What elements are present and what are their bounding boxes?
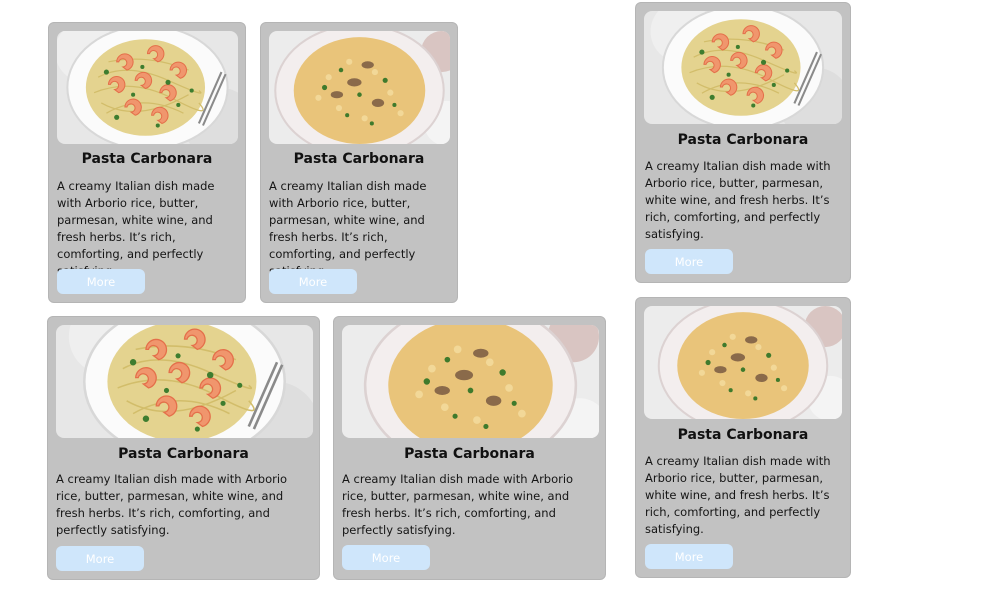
recipe-card: Pasta Carbonara A creamy Italian dish ma… bbox=[47, 316, 320, 580]
more-button[interactable]: More bbox=[57, 269, 145, 294]
recipe-card: Pasta Carbonara A creamy Italian dish ma… bbox=[48, 22, 246, 303]
recipe-description: A creamy Italian dish made with Arborio … bbox=[56, 472, 288, 537]
recipe-description: A creamy Italian dish made with Arborio … bbox=[645, 159, 831, 241]
recipe-description: A creamy Italian dish made with Arborio … bbox=[342, 472, 574, 537]
recipe-image-shrimp-pasta bbox=[57, 31, 238, 144]
recipe-description: A creamy Italian dish made with Arborio … bbox=[269, 179, 427, 278]
more-button[interactable]: More bbox=[645, 249, 733, 274]
recipe-title: Pasta Carbonara bbox=[118, 446, 249, 462]
recipe-description: A creamy Italian dish made with Arborio … bbox=[57, 179, 215, 278]
recipe-image-mushroom-risotto bbox=[644, 306, 842, 419]
recipe-image-mushroom-risotto bbox=[269, 31, 450, 144]
more-button[interactable]: More bbox=[269, 269, 357, 294]
recipe-card: Pasta Carbonara A creamy Italian dish ma… bbox=[635, 2, 851, 283]
more-button[interactable]: More bbox=[342, 545, 430, 570]
recipe-image-shrimp-pasta bbox=[56, 325, 313, 438]
recipe-title: Pasta Carbonara bbox=[677, 427, 809, 443]
recipe-title: Pasta Carbonara bbox=[81, 151, 213, 167]
more-button[interactable]: More bbox=[645, 544, 733, 569]
recipe-image-shrimp-pasta bbox=[644, 11, 842, 124]
recipe-image-mushroom-risotto bbox=[342, 325, 599, 438]
recipe-card: Pasta Carbonara A creamy Italian dish ma… bbox=[635, 297, 851, 578]
recipe-description: A creamy Italian dish made with Arborio … bbox=[645, 454, 831, 536]
recipe-title: Pasta Carbonara bbox=[293, 151, 425, 167]
more-button[interactable]: More bbox=[56, 546, 144, 571]
recipe-card: Pasta Carbonara A creamy Italian dish ma… bbox=[333, 316, 606, 580]
recipe-card: Pasta Carbonara A creamy Italian dish ma… bbox=[260, 22, 458, 303]
recipe-title: Pasta Carbonara bbox=[677, 132, 809, 148]
recipe-title: Pasta Carbonara bbox=[404, 446, 535, 462]
